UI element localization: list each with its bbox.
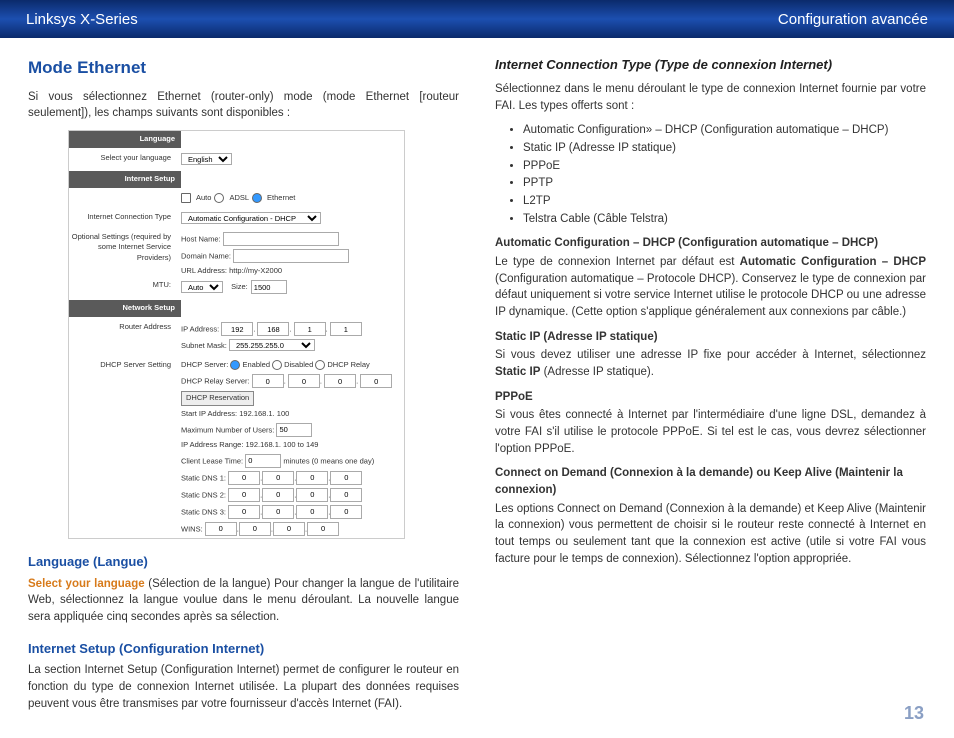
shot-select-lang-label: Select your language [69,151,177,167]
mode-ethernet-heading: Mode Ethernet [28,56,459,81]
shot-dhcp-setting-label: DHCP Server Setting [69,358,177,538]
static-ip-subhead: Static IP (Adresse IP statique) [495,329,926,346]
ict-select[interactable]: Automatic Configuration - DHCP [181,212,321,224]
shot-language-header: Language [69,131,181,148]
language-body: Select your language (Sélection de la la… [28,576,459,626]
cod-subhead: Connect on Demand (Connexion à la demand… [495,465,926,498]
shot-router-address-label: Router Address [69,320,177,354]
dns3-1[interactable] [228,505,260,519]
list-item: Static IP (Adresse IP statique) [523,140,926,157]
language-select[interactable]: English [181,153,232,165]
ict-heading: Internet Connection Type (Type de connex… [495,56,926,75]
dns1-1[interactable] [228,471,260,485]
hostname-input[interactable] [223,232,339,246]
shot-mtu-label: MTU: [69,278,177,296]
relay-3[interactable] [324,374,356,388]
internet-setup-body: La section Internet Setup (Configuration… [28,662,459,712]
ip-1[interactable] [221,322,253,336]
pppoe-body: Si vous êtes connecté à Internet par l'i… [495,407,926,457]
max-users-input[interactable] [276,423,312,437]
shot-network-setup-header: Network Setup [69,300,181,317]
list-item: L2TP [523,193,926,210]
mtu-select[interactable]: Auto [181,281,223,293]
auto-dhcp-subhead: Automatic Configuration – DHCP (Configur… [495,235,926,252]
page-header: Linksys X-Series Configuration avancée [0,0,954,38]
dhcp-enabled-radio[interactable] [230,360,240,370]
left-column: Mode Ethernet Si vous sélectionnez Ether… [28,56,459,720]
dns1-2[interactable] [262,471,294,485]
auto-dhcp-body: Le type de connexion Internet par défaut… [495,254,926,321]
internet-setup-heading: Internet Setup (Configuration Internet) [28,640,459,659]
wins-1[interactable] [205,522,237,536]
list-item: PPPoE [523,158,926,175]
shot-optional-label: Optional Settings (required by some Inte… [69,230,177,279]
right-column: Internet Connection Type (Type de connex… [495,56,926,720]
ethernet-radio[interactable] [252,193,262,203]
dns3-2[interactable] [262,505,294,519]
lease-input[interactable] [245,454,281,468]
ip-2[interactable] [257,322,289,336]
pppoe-subhead: PPPoE [495,389,926,406]
router-settings-screenshot: Language Select your language English In… [68,130,405,539]
dhcp-disabled-radio[interactable] [272,360,282,370]
dns2-4[interactable] [330,488,362,502]
wins-2[interactable] [239,522,271,536]
dns2-1[interactable] [228,488,260,502]
list-item: Telstra Cable (Câble Telstra) [523,211,926,228]
language-heading: Language (Langue) [28,553,459,572]
relay-1[interactable] [252,374,284,388]
page-body: Mode Ethernet Si vous sélectionnez Ether… [0,38,954,720]
dhcp-relay-radio[interactable] [315,360,325,370]
relay-4[interactable] [360,374,392,388]
subnet-select[interactable]: 255.255.255.0 [229,339,315,351]
dns3-3[interactable] [296,505,328,519]
mode-ethernet-intro: Si vous sélectionnez Ethernet (router-on… [28,89,459,122]
dns1-3[interactable] [296,471,328,485]
dns1-4[interactable] [330,471,362,485]
header-right: Configuration avancée [778,11,928,28]
dhcp-reservation-button[interactable]: DHCP Reservation [181,391,254,406]
page-number: 13 [904,703,924,724]
cod-body: Les options Connect on Demand (Connexion… [495,501,926,568]
connection-types-list: Automatic Configuration» – DHCP (Configu… [495,122,926,227]
header-left: Linksys X-Series [26,11,138,28]
wins-3[interactable] [273,522,305,536]
list-item: PPTP [523,175,926,192]
relay-2[interactable] [288,374,320,388]
domainname-input[interactable] [233,249,349,263]
mtu-size-input[interactable] [251,280,287,294]
dns3-4[interactable] [330,505,362,519]
ip-4[interactable] [330,322,362,336]
list-item: Automatic Configuration» – DHCP (Configu… [523,122,926,139]
wins-4[interactable] [307,522,339,536]
ip-3[interactable] [294,322,326,336]
ict-intro: Sélectionnez dans le menu déroulant le t… [495,81,926,114]
auto-checkbox[interactable] [181,193,191,203]
dns2-2[interactable] [262,488,294,502]
static-ip-body: Si vous devez utiliser une adresse IP fi… [495,347,926,380]
dns2-3[interactable] [296,488,328,502]
adsl-radio[interactable] [214,193,224,203]
shot-internet-setup-header: Internet Setup [69,171,181,188]
shot-ict-label: Internet Connection Type [69,210,177,226]
